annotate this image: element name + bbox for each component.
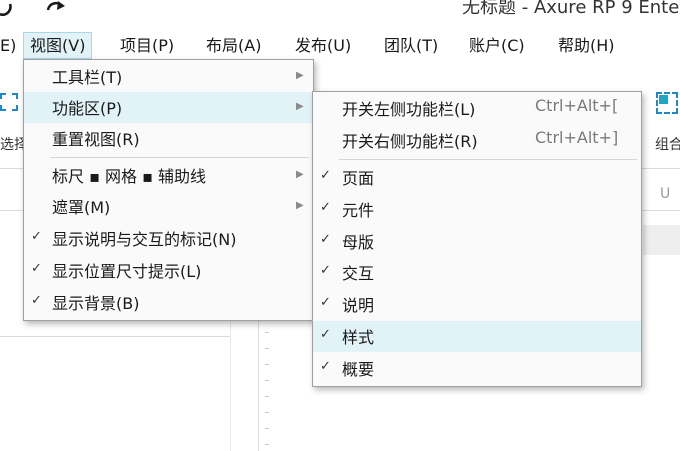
check-icon: ✓ [31, 261, 42, 276]
menu-item-label: 页面 [342, 169, 375, 188]
check-icon: ✓ [320, 263, 331, 278]
menu-item-label: 样式 [342, 328, 375, 347]
menu-item-label: 开关右侧功能栏(R) [342, 132, 478, 151]
menu-help[interactable]: 帮助(H) [552, 32, 621, 59]
undo-icon[interactable] [0, 0, 18, 20]
submenu-arrow-icon: ▶ [296, 200, 304, 211]
view-menu-item-show-notes-markers[interactable]: ✓ 显示说明与交互的标记(N) [24, 223, 313, 254]
check-icon: ✓ [320, 200, 331, 215]
menu-item-label: 交互 [342, 264, 375, 283]
menu-publish[interactable]: 发布(U) [289, 32, 357, 59]
panes-menu-item-toggle-right[interactable]: 开关右侧功能栏(R) Ctrl+Alt+] [313, 125, 641, 156]
view-menu-item-show-dimension-hints[interactable]: ✓ 显示位置尺寸提示(L) [24, 255, 313, 286]
menu-item-label: 功能区(P) [52, 99, 123, 118]
check-icon: ✓ [320, 232, 331, 247]
panes-menu-item-toggle-left[interactable]: 开关左侧功能栏(L) Ctrl+Alt+[ [313, 93, 641, 124]
left-pane-divider [0, 336, 230, 337]
panes-menu-item-masters[interactable]: ✓ 母版 [313, 226, 641, 257]
menu-edit-partial[interactable]: E) [0, 32, 22, 59]
menu-separator [339, 159, 637, 160]
submenu-arrow-icon: ▶ [296, 101, 304, 112]
menu-item-label: 遮罩(M) [52, 198, 111, 217]
menu-item-shortcut: Ctrl+Alt+] [535, 128, 619, 147]
group-label: 组合 [655, 137, 680, 153]
panes-submenu: 开关左侧功能栏(L) Ctrl+Alt+[ 开关右侧功能栏(R) Ctrl+Al… [312, 91, 642, 387]
menu-arrange[interactable]: 布局(A) [200, 32, 267, 59]
menu-view[interactable]: 视图(V) [23, 32, 93, 59]
view-menu-item-masks[interactable]: 遮罩(M) ▶ [24, 191, 313, 222]
menu-item-label: 重置视图(R) [52, 130, 140, 149]
panes-menu-item-outline[interactable]: ✓ 概要 [313, 353, 641, 384]
menu-item-label: 显示背景(B) [52, 294, 140, 313]
check-icon: ✓ [320, 168, 331, 183]
title-bar: 无标题 - Axure RP 9 Ente [0, 0, 680, 30]
view-menu-item-reset-view[interactable]: 重置视图(R) [24, 123, 313, 154]
vertical-ruler [258, 320, 276, 451]
menu-item-shortcut: Ctrl+Alt+[ [535, 96, 619, 115]
group-icon[interactable] [656, 92, 678, 114]
check-icon: ✓ [320, 359, 331, 374]
view-menu: 工具栏(T) ▶ 功能区(P) ▶ 重置视图(R) 标尺 ▪ 网格 ▪ 辅助线 … [23, 59, 314, 321]
menu-project[interactable]: 项目(P) [114, 32, 180, 59]
menu-item-label: 显示说明与交互的标记(N) [52, 230, 237, 249]
view-menu-item-rulers-grid-guides[interactable]: 标尺 ▪ 网格 ▪ 辅助线 ▶ [24, 160, 313, 191]
menu-item-label: 说明 [342, 296, 375, 315]
menu-item-label: 母版 [342, 233, 375, 252]
menu-item-label: 元件 [342, 201, 375, 220]
menu-team[interactable]: 团队(T) [378, 32, 444, 59]
submenu-arrow-icon: ▶ [296, 169, 304, 180]
redo-icon[interactable] [44, 0, 70, 20]
menu-item-label: 概要 [342, 360, 375, 379]
window-title: 无标题 - Axure RP 9 Ente [462, 0, 680, 18]
menu-item-label: 显示位置尺寸提示(L) [52, 262, 202, 281]
check-icon: ✓ [320, 327, 331, 342]
check-icon: ✓ [31, 229, 42, 244]
panes-menu-item-libraries[interactable]: ✓ 元件 [313, 194, 641, 225]
menu-bar: E) 视图(V) 项目(P) 布局(A) 发布(U) 团队(T) 账户(C) 帮… [0, 30, 680, 60]
check-icon: ✓ [31, 293, 42, 308]
menu-item-label: 开关左侧功能栏(L) [342, 100, 476, 119]
menu-item-label: 工具栏(T) [52, 68, 123, 87]
panes-menu-item-style[interactable]: ✓ 样式 [313, 321, 641, 352]
left-pane-border [230, 320, 231, 451]
submenu-arrow-icon: ▶ [296, 70, 304, 81]
menu-account[interactable]: 账户(C) [463, 32, 531, 59]
check-icon: ✓ [320, 295, 331, 310]
menu-item-label: 标尺 ▪ 网格 ▪ 辅助线 [52, 167, 207, 186]
view-menu-item-show-background[interactable]: ✓ 显示背景(B) [24, 287, 313, 318]
view-menu-item-toolbars[interactable]: 工具栏(T) ▶ [24, 61, 313, 92]
panes-menu-item-interactions[interactable]: ✓ 交互 [313, 257, 641, 288]
panes-menu-item-notes[interactable]: ✓ 说明 [313, 289, 641, 320]
select-mode-icon[interactable] [0, 93, 18, 111]
view-menu-item-panes[interactable]: 功能区(P) ▶ [24, 92, 313, 123]
right-panel-header [643, 225, 680, 255]
underline-icon[interactable]: U [660, 186, 670, 202]
menu-separator [50, 157, 309, 158]
panes-menu-item-pages[interactable]: ✓ 页面 [313, 162, 641, 193]
